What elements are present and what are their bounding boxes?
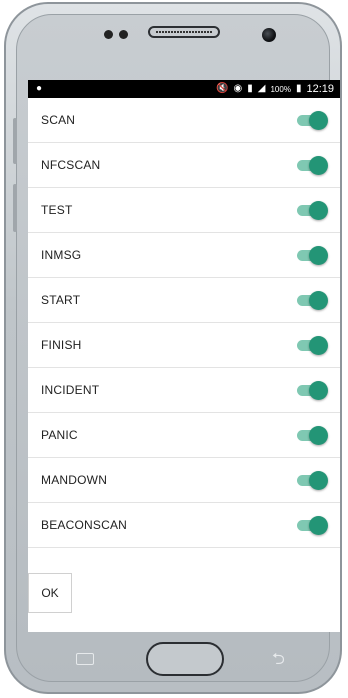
switch-thumb — [309, 336, 328, 355]
toggle-switch[interactable] — [296, 335, 328, 355]
toggle-switch[interactable] — [296, 155, 328, 175]
battery-percent: 100% — [270, 84, 291, 94]
recent-apps-key[interactable] — [76, 653, 94, 665]
back-icon[interactable]: ⮌ — [272, 648, 285, 675]
sensor-dot — [104, 30, 113, 39]
toggle-label: SCAN — [41, 113, 76, 127]
toggle-list: SCAN NFCSCAN TEST INMSG START FINISH INCIDENT P… — [28, 98, 340, 548]
toggle-row: FINISH — [28, 323, 340, 368]
volume-button — [13, 118, 17, 164]
status-time: 12:19 — [306, 83, 334, 95]
app-notification-icon: ● — [36, 83, 43, 94]
toggle-row: SCAN — [28, 98, 340, 143]
sim-icon: ▮ — [247, 83, 253, 94]
toggle-row: INCIDENT — [28, 368, 340, 413]
switch-thumb — [309, 156, 328, 175]
toggle-switch[interactable] — [296, 110, 328, 130]
toggle-row: PANIC — [28, 413, 340, 458]
front-camera — [262, 28, 276, 42]
toggle-row: TEST — [28, 188, 340, 233]
battery-icon: ▮ — [295, 83, 302, 94]
switch-thumb — [309, 381, 328, 400]
toggle-row: BEACONSCAN — [28, 503, 340, 548]
toggle-label: BEACONSCAN — [41, 518, 128, 532]
toggle-switch[interactable] — [296, 290, 328, 310]
toggle-switch[interactable] — [296, 245, 328, 265]
toggle-row: MANDOWN — [28, 458, 340, 503]
wifi-icon: ◉ — [233, 83, 243, 94]
toggle-label: START — [41, 293, 81, 307]
toggle-label: INMSG — [41, 248, 82, 262]
toggle-row: START — [28, 278, 340, 323]
switch-thumb — [309, 471, 328, 490]
toggle-row: NFCSCAN — [28, 143, 340, 188]
home-button[interactable] — [146, 642, 224, 676]
toggle-row: INMSG — [28, 233, 340, 278]
ok-button[interactable]: OK — [28, 573, 72, 613]
toggle-switch[interactable] — [296, 515, 328, 535]
toggle-label: NFCSCAN — [41, 158, 101, 172]
toggle-switch[interactable] — [296, 380, 328, 400]
switch-thumb — [309, 201, 328, 220]
signal-icon: ◢ — [257, 83, 266, 94]
sensor-dot — [119, 30, 128, 39]
screen: ● 🔇 ◉ ▮ ◢ 100% ▮ 12:19 SCAN NFCSCAN TEST IN… — [28, 80, 340, 632]
switch-thumb — [309, 291, 328, 310]
switch-thumb — [309, 426, 328, 445]
toggle-label: TEST — [41, 203, 73, 217]
sensor-dots — [104, 30, 128, 39]
status-bar: ● 🔇 ◉ ▮ ◢ 100% ▮ 12:19 — [28, 80, 340, 98]
toggle-label: FINISH — [41, 338, 82, 352]
toggle-label: MANDOWN — [41, 473, 108, 487]
switch-thumb — [309, 246, 328, 265]
earpiece-speaker — [148, 26, 220, 38]
toggle-label: PANIC — [41, 428, 78, 442]
toggle-switch[interactable] — [296, 470, 328, 490]
toggle-switch[interactable] — [296, 200, 328, 220]
toggle-label: INCIDENT — [41, 383, 100, 397]
switch-thumb — [309, 111, 328, 130]
switch-thumb — [309, 516, 328, 535]
mute-icon: 🔇 — [216, 83, 229, 94]
bixby-button — [13, 184, 17, 232]
toggle-switch[interactable] — [296, 425, 328, 445]
